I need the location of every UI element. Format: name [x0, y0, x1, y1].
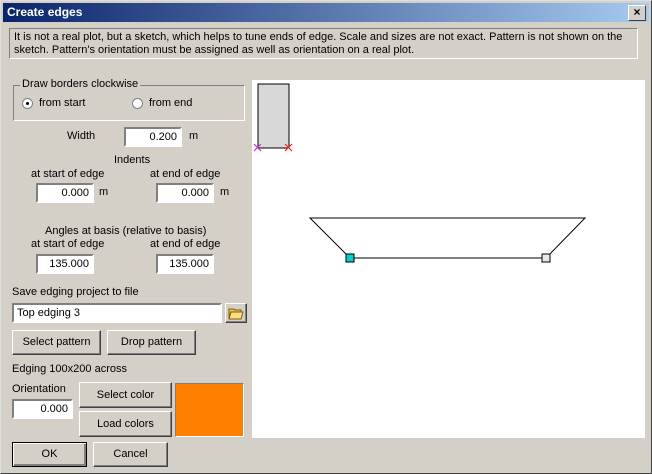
select-pattern-button[interactable]: Select pattern [12, 330, 101, 355]
browse-button[interactable] [225, 303, 247, 323]
indent-end-input[interactable]: 0.000 [156, 183, 214, 203]
pattern-preview-rect [257, 83, 290, 149]
cancel-button[interactable]: Cancel [93, 442, 168, 467]
info-panel: It is not a real plot, but a sketch, whi… [9, 28, 638, 59]
window-title: Create edges [7, 5, 83, 19]
edging-info: Edging 100x200 across [12, 363, 127, 375]
orientation-input[interactable]: 0.000 [12, 399, 73, 419]
draw-borders-group: Draw borders clockwise from start from e… [13, 78, 245, 121]
angle-start-input[interactable]: 135.000 [36, 254, 94, 274]
width-input[interactable]: 0.200 [124, 127, 182, 147]
from-start-radio[interactable] [22, 98, 33, 109]
drop-pattern-button[interactable]: Drop pattern [107, 330, 196, 355]
edge-outline [308, 217, 587, 259]
indent-start-label: at start of edge [31, 168, 105, 180]
indent-end-label: at end of edge [150, 168, 221, 180]
width-unit: m [189, 130, 199, 142]
select-color-button[interactable]: Select color [79, 382, 172, 408]
create-edges-window: Create edges × It is not a real plot, bu… [0, 0, 652, 474]
folder-open-icon [228, 308, 244, 320]
angle-start-label: at start of edge [31, 238, 105, 250]
save-file-input[interactable]: Top edging 3 [12, 303, 222, 323]
close-button[interactable]: × [628, 5, 646, 21]
angle-end-input[interactable]: 135.000 [156, 254, 214, 274]
start-node-marker [345, 253, 355, 263]
end-node-marker [541, 253, 551, 263]
from-end-radio[interactable] [132, 98, 143, 109]
indent-end-unit: m [220, 186, 230, 198]
angles-title: Angles at basis (relative to basis) [45, 225, 207, 237]
indent-start-unit: m [99, 186, 109, 198]
load-colors-button[interactable]: Load colors [79, 411, 172, 437]
sketch-drawing [253, 83, 587, 263]
indent-start-input[interactable]: 0.000 [36, 183, 94, 203]
draw-borders-legend: Draw borders clockwise [20, 78, 141, 90]
angle-end-label: at end of edge [150, 238, 221, 250]
width-label: Width [67, 130, 96, 142]
close-icon: × [633, 5, 641, 19]
sketch-canvas [252, 80, 645, 438]
from-end-label[interactable]: from end [149, 97, 192, 109]
save-label: Save edging project to file [12, 286, 139, 298]
title-bar: Create edges × [3, 3, 649, 22]
from-start-label[interactable]: from start [39, 97, 85, 109]
orientation-label: Orientation [12, 383, 66, 395]
color-swatch[interactable] [175, 383, 244, 437]
indents-title: Indents [114, 154, 151, 166]
ok-button[interactable]: OK [12, 442, 87, 467]
